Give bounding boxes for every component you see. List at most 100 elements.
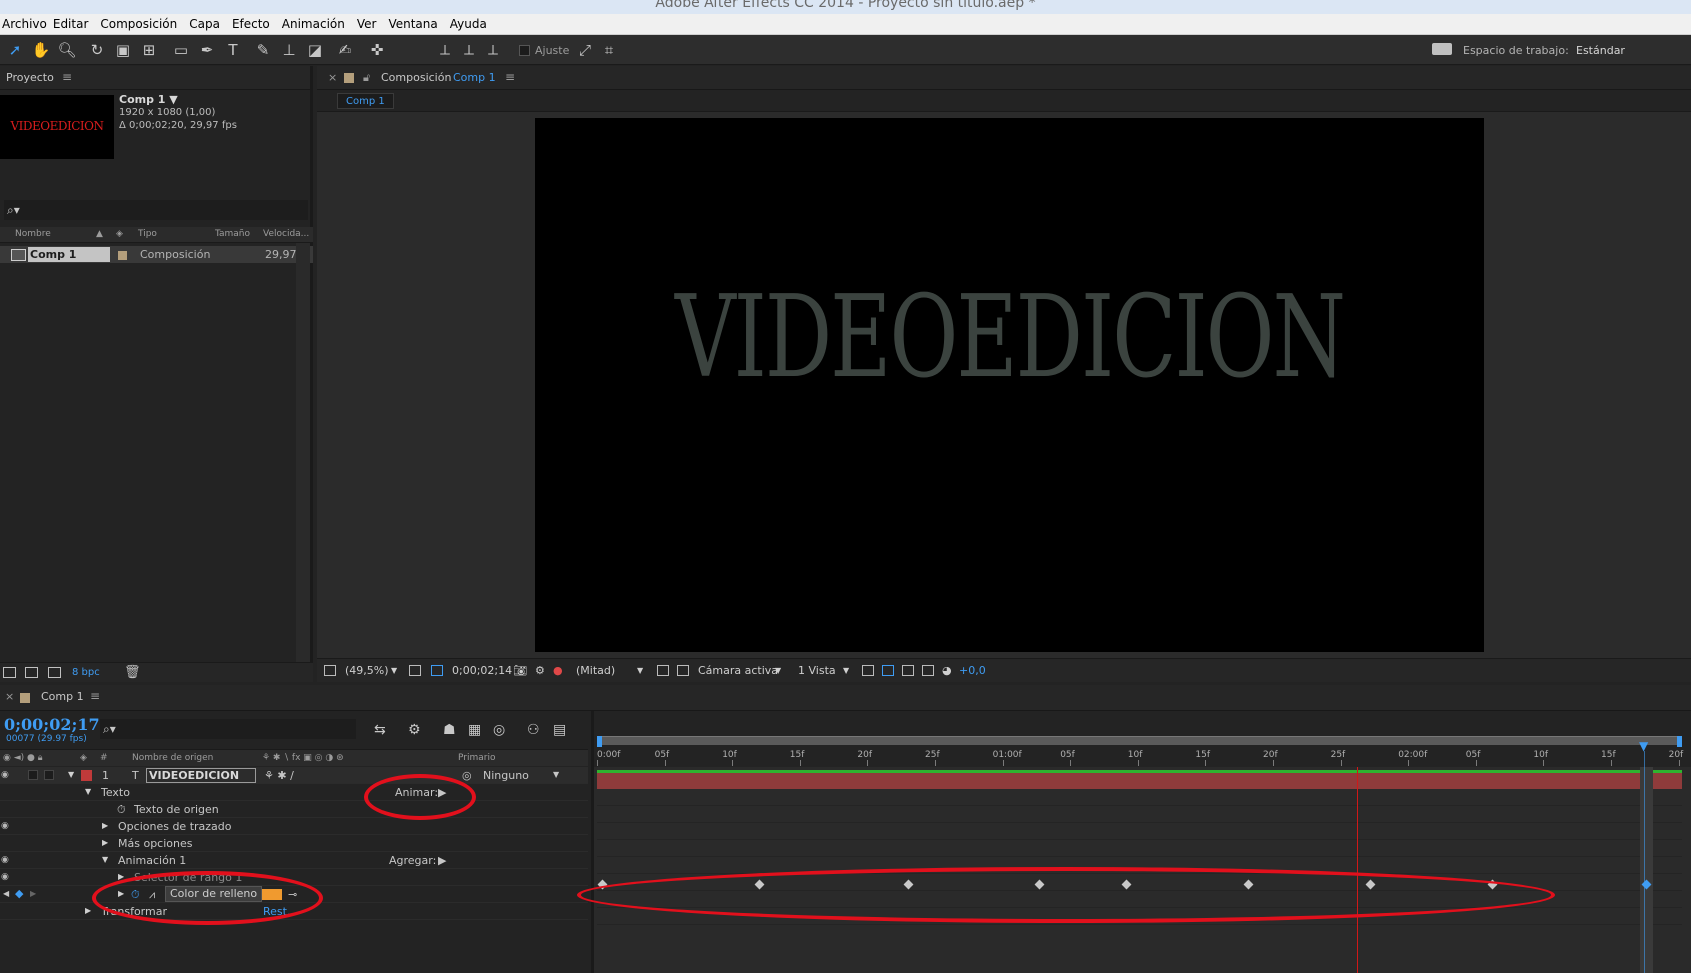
work-area-start-handle[interactable]: [597, 736, 602, 747]
interpret-footage-icon[interactable]: [3, 667, 16, 678]
property-track-row[interactable]: I: [597, 807, 1682, 823]
timeline-graph-area[interactable]: 0:00f 05f 10f 15f 20f 25f 01:00f 05f 10f 15f 20f 25…: [591, 711, 1691, 973]
stopwatch-icon[interactable]: ⏱︎: [117, 803, 126, 817]
text-tool-icon[interactable]: T: [222, 40, 244, 60]
col-size[interactable]: Tamaño: [215, 229, 250, 239]
label-tag-icon[interactable]: ◈: [116, 229, 123, 239]
chevron-down-icon[interactable]: ▼: [553, 770, 559, 779]
prop-row-animacion[interactable]: ◉ ▼ Animación 1 Agregar: ▶: [0, 852, 588, 869]
transparency-grid-icon[interactable]: [677, 665, 689, 676]
menu-ayuda[interactable]: Ayuda: [450, 17, 493, 31]
zoom-tool-icon[interactable]: 🔍︎: [56, 40, 78, 60]
motion-blur-icon[interactable]: ◎: [493, 722, 505, 738]
menu-animacion[interactable]: Animación: [282, 17, 351, 31]
lock-icon[interactable]: 🔓︎: [363, 71, 370, 85]
workspace-select[interactable]: Estándar: [1576, 44, 1625, 57]
menu-editar[interactable]: Editar: [53, 17, 95, 31]
viewer-text-layer[interactable]: VIDEOEDICION: [535, 271, 1484, 403]
time-ruler[interactable]: 0:00f 05f 10f 15f 20f 25f 01:00f 05f 10f 15f 20f 25…: [594, 711, 1691, 767]
roto-brush-tool-icon[interactable]: ✍: [334, 40, 356, 60]
resolution-select[interactable]: (Mitad): [576, 664, 615, 677]
layer-switches-icons[interactable]: ⚘ ✱ ∕: [264, 769, 294, 782]
selection-tool-icon[interactable]: ➚: [4, 40, 26, 60]
current-time-indicator-head[interactable]: ▼: [1639, 739, 1648, 753]
solo-switch[interactable]: [28, 770, 38, 780]
exposure-icon[interactable]: ◕: [942, 664, 952, 677]
channel-icon[interactable]: ●: [553, 664, 563, 677]
new-comp-icon[interactable]: [48, 667, 61, 678]
show-snapshot-icon[interactable]: ⚙: [535, 664, 545, 677]
col-hash[interactable]: #: [100, 753, 108, 763]
view-layout-select[interactable]: 1 Vista: [798, 664, 836, 677]
mask-visibility-icon[interactable]: [431, 665, 443, 676]
toggle-pixel-aspect-icon[interactable]: [862, 665, 874, 676]
play-circle-icon[interactable]: ▶: [438, 854, 446, 867]
menu-composicion[interactable]: Composición: [100, 17, 183, 31]
visibility-eye-icon[interactable]: ◉: [1, 770, 9, 780]
title-safe-icon[interactable]: [409, 665, 421, 676]
prop-row-mas-opciones[interactable]: ▶ Más opciones: [0, 835, 588, 852]
always-preview-icon[interactable]: [324, 665, 336, 676]
region-of-interest-icon[interactable]: [657, 665, 669, 676]
menu-archivo[interactable]: Archivo: [2, 17, 53, 31]
hand-tool-icon[interactable]: ✋: [30, 40, 52, 60]
bit-depth-button[interactable]: 8 bpc: [72, 667, 100, 678]
expand-triangle-icon[interactable]: ▼: [68, 770, 74, 779]
visibility-eye-icon[interactable]: ◉: [1, 872, 9, 882]
expand-triangle-icon[interactable]: ▼: [102, 855, 108, 864]
expand-triangle-icon[interactable]: ▶: [102, 821, 108, 830]
axis-local-icon[interactable]: ⟂: [434, 40, 456, 60]
zoom-select[interactable]: (49,5%): [345, 664, 389, 677]
exposure-value[interactable]: +0,0: [959, 664, 986, 677]
timeline-tab[interactable]: Comp 1: [41, 690, 84, 703]
snap-checkbox[interactable]: [519, 45, 530, 56]
project-tab[interactable]: Proyecto: [6, 71, 54, 84]
composition-viewer[interactable]: VIDEOEDICION: [535, 118, 1484, 652]
menu-capa[interactable]: Capa: [189, 17, 226, 31]
parent-select[interactable]: Ninguno: [483, 769, 529, 782]
flowchart-icon[interactable]: [922, 665, 934, 676]
panel-menu-icon[interactable]: ≡: [90, 689, 100, 703]
pen-tool-icon[interactable]: ✒: [196, 40, 218, 60]
expand-triangle-icon[interactable]: ▶: [102, 838, 108, 847]
trash-icon[interactable]: 🗑︎: [124, 665, 141, 680]
clone-stamp-tool-icon[interactable]: ⊥: [278, 40, 300, 60]
snap-grid-icon[interactable]: ⌗: [598, 40, 620, 60]
project-item-row[interactable]: Comp 1 Composición 29,97: [0, 246, 313, 263]
menu-ver[interactable]: Ver: [357, 17, 383, 31]
property-track-row[interactable]: I: [597, 790, 1682, 806]
av-features-icon[interactable]: ◉ ◄) ● 🔒︎: [3, 753, 43, 763]
brush-tool-icon[interactable]: ✎: [252, 40, 274, 60]
camera-select[interactable]: Cámara activa: [698, 664, 778, 677]
comp-breadcrumb-item[interactable]: Comp 1: [337, 93, 394, 109]
label-tag-icon[interactable]: ◈: [80, 753, 87, 763]
work-area-bar[interactable]: [597, 736, 1682, 747]
prop-row-texto-origen[interactable]: ⏱︎ Texto de origen: [0, 801, 588, 818]
timeline-search-input[interactable]: ⌕▾: [100, 719, 356, 739]
work-area-end-handle[interactable]: [1677, 736, 1682, 747]
fast-previews-icon[interactable]: [882, 665, 894, 676]
rotate-tool-icon[interactable]: ↻: [86, 40, 108, 60]
chevron-down-icon[interactable]: ▼: [775, 666, 781, 675]
current-time-display[interactable]: 0;00;02;17: [4, 715, 100, 734]
project-item-name[interactable]: Comp 1: [28, 247, 110, 262]
axis-view-icon[interactable]: ⟂: [482, 40, 504, 60]
agregar-button[interactable]: Agregar:: [389, 854, 436, 867]
close-icon[interactable]: ×: [328, 71, 337, 84]
lock-switch[interactable]: [44, 770, 54, 780]
frame-blending-icon[interactable]: ▦: [468, 722, 481, 738]
timeline-icon[interactable]: [902, 665, 914, 676]
project-scrollbar[interactable]: [296, 243, 310, 662]
next-keyframe-icon[interactable]: ▶: [30, 889, 36, 898]
expand-triangle-icon[interactable]: ▶: [85, 906, 91, 915]
col-name[interactable]: Nombre: [15, 229, 51, 239]
comp-info-name[interactable]: Comp 1 ▼: [119, 93, 237, 106]
panel-menu-icon[interactable]: ≡: [62, 70, 72, 84]
layer-duration-bar[interactable]: [597, 773, 1682, 789]
comp-tab-name[interactable]: Comp 1: [453, 71, 496, 84]
label-color-swatch[interactable]: [118, 251, 127, 260]
graph-editor-icon[interactable]: ⚇: [527, 722, 540, 738]
chevron-down-icon[interactable]: ▼: [391, 666, 397, 675]
chevron-down-icon[interactable]: ▼: [843, 666, 849, 675]
snapshot-icon[interactable]: 📷︎: [513, 664, 527, 677]
